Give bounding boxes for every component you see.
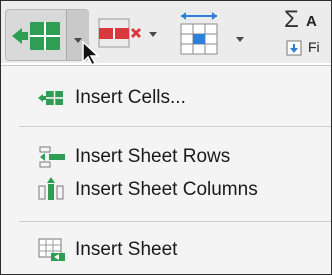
insert-dropdown-menu: Insert Cells... Insert Sheet Rows Insert…	[1, 65, 331, 274]
menu-separator	[19, 221, 331, 222]
menu-item-insert-sheet[interactable]: Insert Sheet	[1, 234, 331, 268]
insert-rows-icon	[39, 146, 65, 168]
autosum-label: A	[306, 13, 317, 30]
insert-columns-icon	[38, 177, 64, 200]
delete-cells-icon	[98, 18, 142, 48]
format-icon	[180, 12, 218, 55]
format-button[interactable]	[177, 11, 247, 57]
insert-cells-icon	[38, 91, 63, 105]
insert-sheet-icon	[38, 238, 65, 261]
menu-item-label: Insert Sheet	[75, 239, 178, 260]
menu-item-label: Insert Sheet Columns	[75, 179, 258, 200]
autosum-icon: Σ	[284, 6, 299, 33]
insert-menu-screenshot: Σ A Fi Insert Cells... Insert Sheet Rows…	[0, 0, 332, 275]
menu-separator	[19, 126, 331, 127]
insert-split-button[interactable]	[5, 9, 89, 61]
fill-down-icon	[286, 40, 302, 56]
fill-label: Fi	[308, 39, 320, 55]
menu-item-insert-sheet-columns[interactable]: Insert Sheet Columns	[1, 174, 331, 208]
menu-item-insert-cells[interactable]: Insert Cells...	[1, 82, 331, 116]
chevron-down-icon	[236, 37, 244, 42]
ribbon-toolbar: Σ A Fi	[1, 1, 331, 67]
menu-item-insert-sheet-rows[interactable]: Insert Sheet Rows	[1, 141, 331, 175]
chevron-down-icon	[149, 32, 157, 37]
menu-item-label: Insert Sheet Rows	[75, 146, 231, 167]
fill-button[interactable]: Fi	[286, 39, 331, 59]
menu-item-label: Insert Cells...	[75, 87, 186, 108]
delete-cells-button[interactable]	[97, 15, 157, 55]
insert-cells-icon	[12, 22, 60, 50]
autosum-button[interactable]: Σ A	[284, 6, 331, 33]
